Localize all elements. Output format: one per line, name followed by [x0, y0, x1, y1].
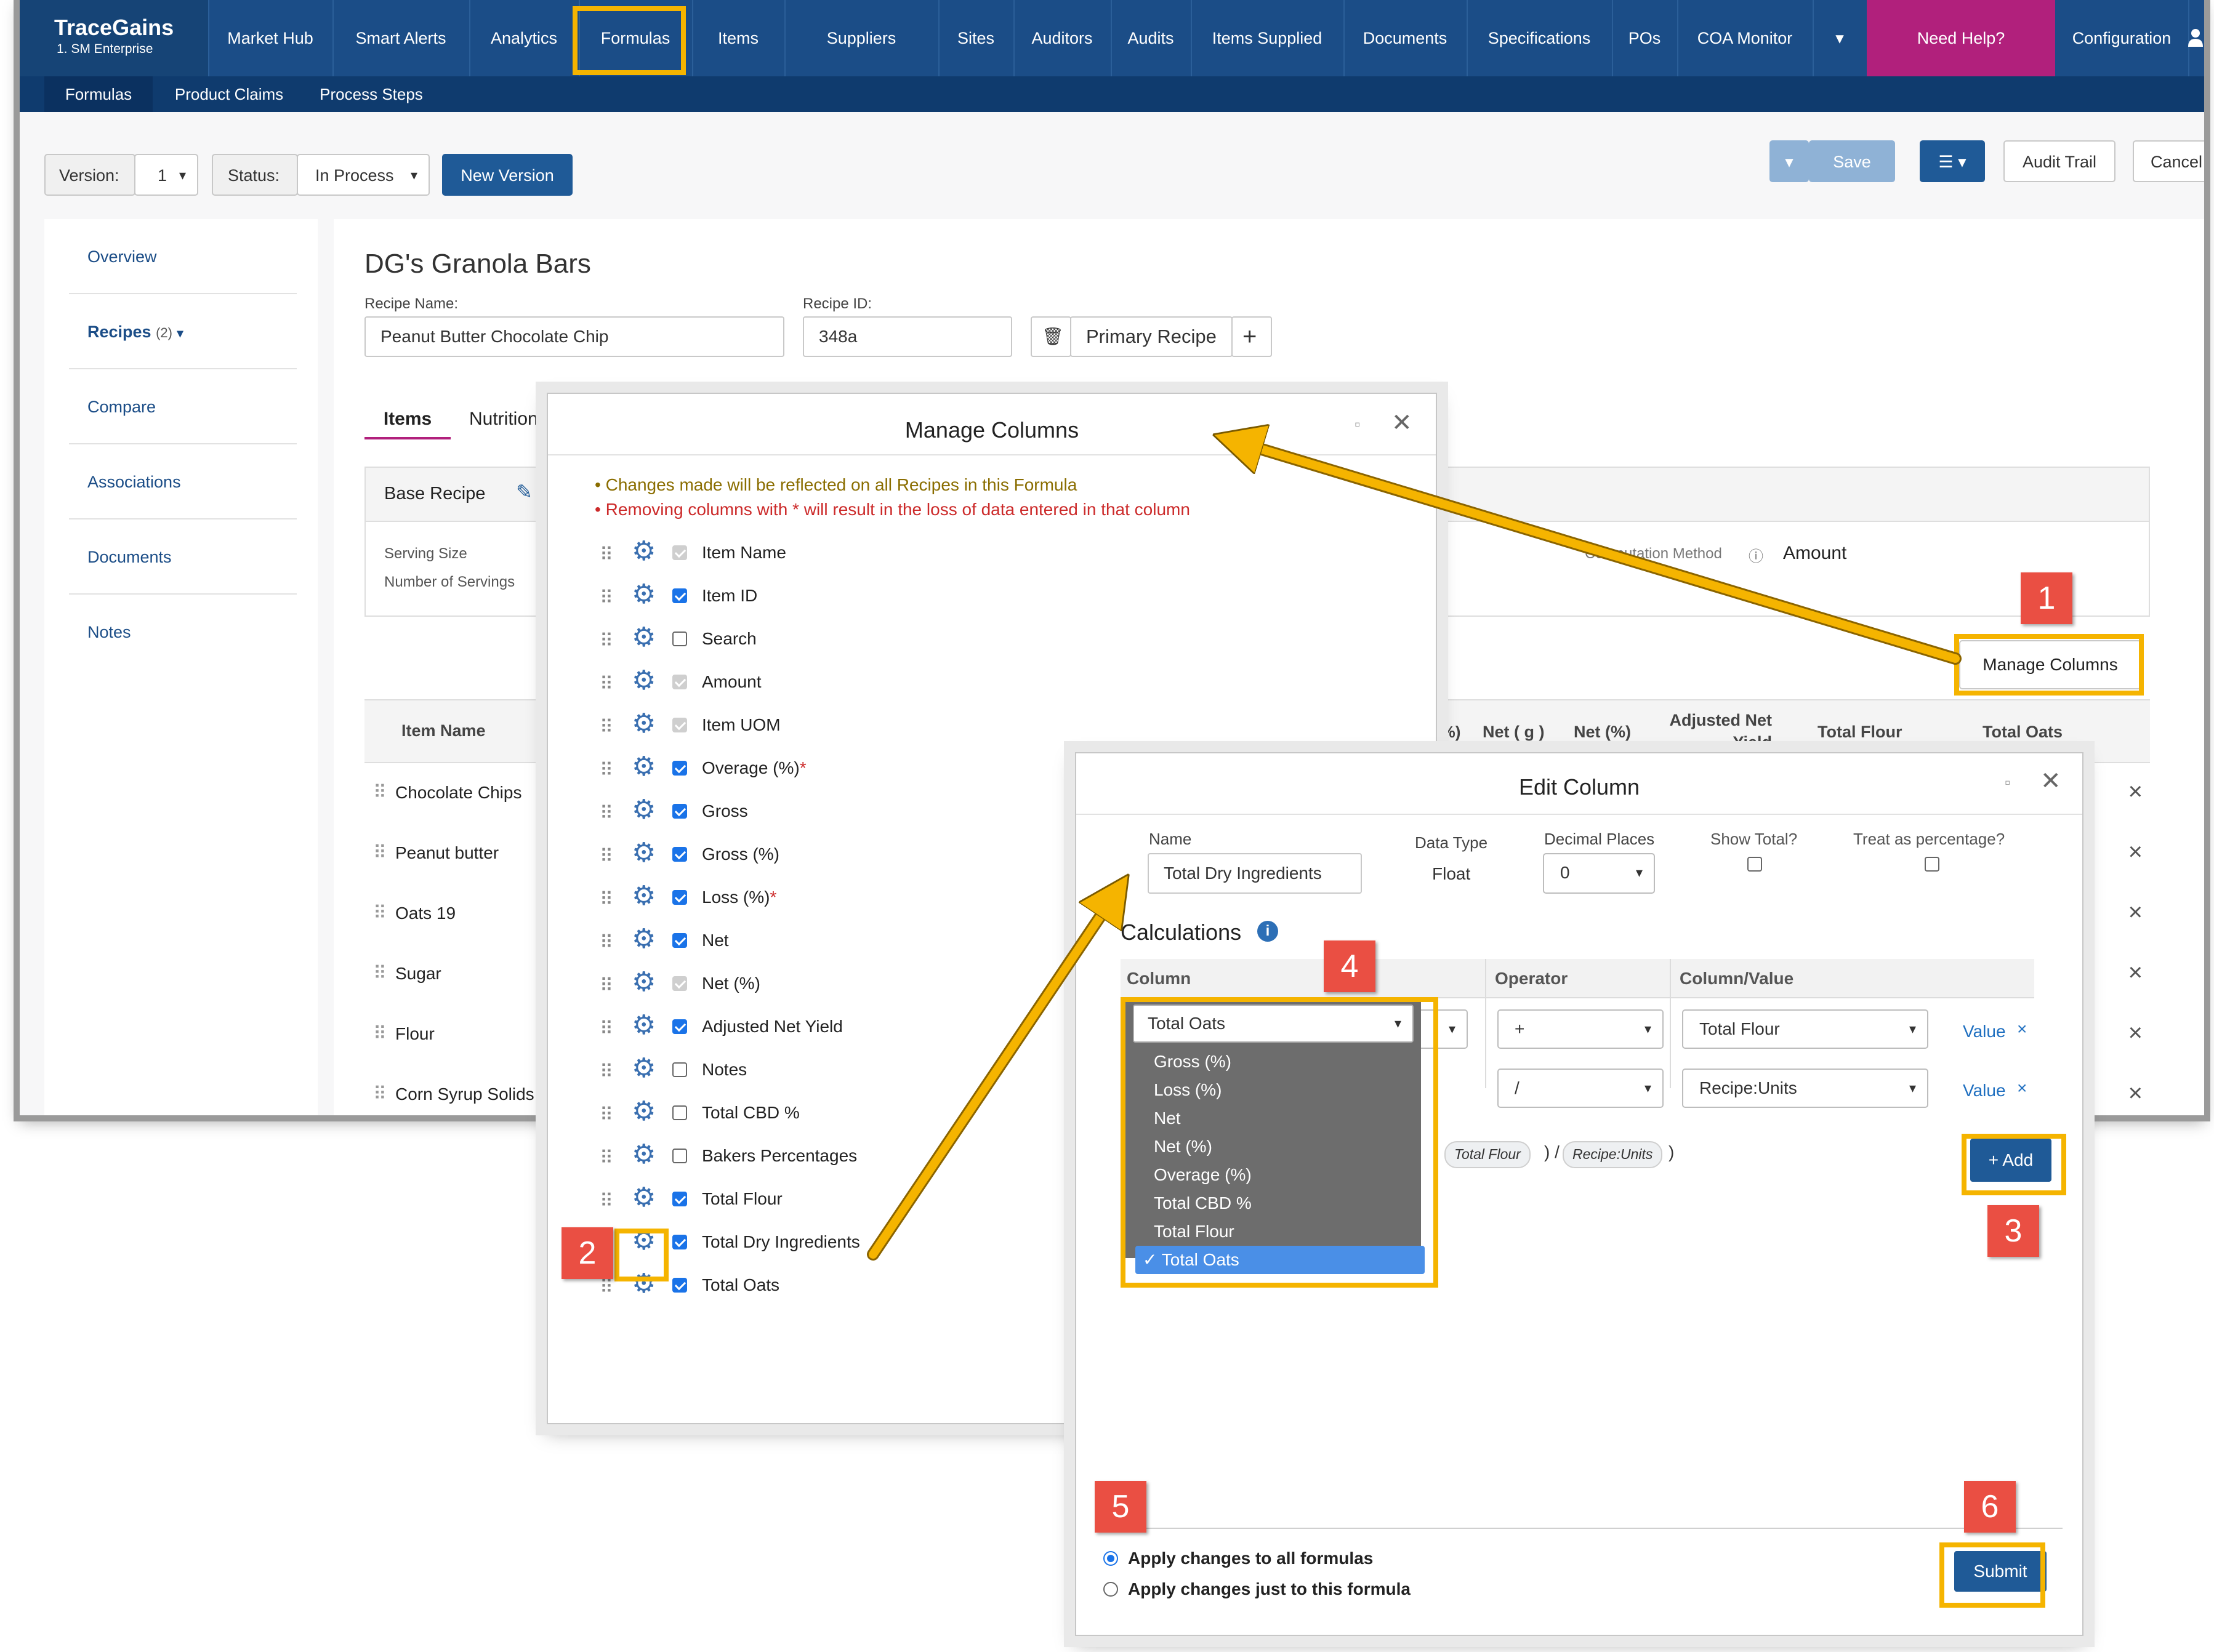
- annotation-arrows: [867, 0, 1962, 1261]
- callout-badge-3: 3: [1987, 1205, 2039, 1257]
- callout-badge-2: 2: [562, 1227, 613, 1279]
- arrow-to-edit-column: [869, 896, 1114, 1259]
- callout-badge-1: 1: [2021, 572, 2072, 624]
- arrow-to-manage-columns: [1238, 442, 1960, 663]
- callout-badge-4: 4: [1324, 940, 1375, 992]
- callout-badge-6: 6: [1964, 1481, 2016, 1533]
- callout-badge-5: 5: [1095, 1481, 1146, 1533]
